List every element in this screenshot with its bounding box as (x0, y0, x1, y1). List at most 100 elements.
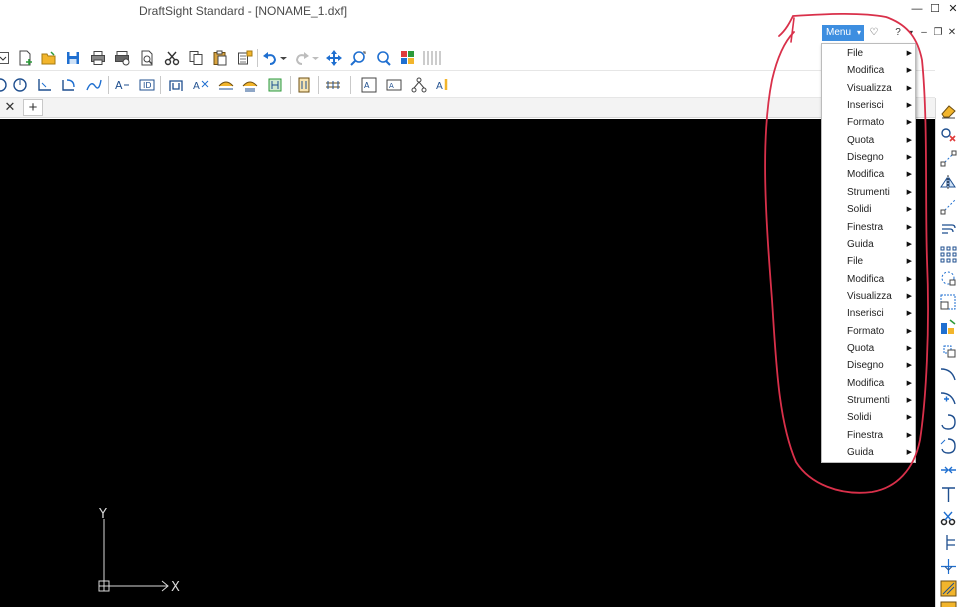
undo-icon[interactable] (262, 50, 278, 66)
favorite-icon[interactable]: ♡ (868, 26, 880, 40)
extend-icon[interactable] (940, 390, 957, 407)
menu-item[interactable]: Visualizza ▶ (823, 288, 915, 305)
lengthen-icon[interactable] (940, 534, 957, 551)
menu-item[interactable]: Strumenti ▶ (823, 184, 915, 201)
drawing-canvas[interactable]: Y X (0, 119, 935, 607)
menu-item[interactable]: Inserisci ▶ (823, 97, 915, 114)
offset-icon[interactable] (940, 198, 957, 215)
zoom-icon[interactable] (350, 50, 366, 66)
menu-button[interactable]: Menu ▾ (822, 25, 864, 41)
match-properties-icon[interactable] (237, 50, 253, 66)
scissors-icon[interactable] (940, 510, 957, 527)
doc-restore-button[interactable]: ❐ (932, 26, 944, 40)
polyline-icon[interactable] (37, 77, 53, 93)
new-file-icon[interactable] (17, 50, 33, 66)
text-style-icon[interactable]: A (435, 77, 451, 93)
menu-item[interactable]: Guida ▶ (823, 444, 915, 461)
menu-item[interactable]: File ▶ (823, 253, 915, 270)
centermark-icon[interactable] (325, 77, 341, 93)
rotate-entity-icon[interactable] (940, 342, 957, 359)
properties-icon[interactable] (400, 50, 416, 66)
join-icon[interactable] (940, 462, 957, 479)
break-icon[interactable] (940, 486, 957, 503)
fillet-icon[interactable] (940, 414, 957, 431)
plot-icon[interactable] (114, 50, 130, 66)
menu-item[interactable]: Finestra ▶ (823, 427, 915, 444)
scale-icon[interactable] (940, 294, 957, 311)
stretch-icon[interactable] (940, 318, 957, 335)
menu-item[interactable]: Formato ▶ (823, 323, 915, 340)
spline-icon[interactable] (86, 77, 102, 93)
help-icon[interactable]: ? (892, 26, 904, 40)
menu-item[interactable]: Disegno ▶ (823, 149, 915, 166)
edit-text-icon[interactable] (940, 601, 957, 607)
menu-item[interactable]: Guida ▶ (823, 236, 915, 253)
dimension-linear-icon[interactable] (168, 77, 184, 93)
menu-item[interactable]: Inserisci ▶ (823, 305, 915, 322)
submenu-arrow-icon: ▶ (906, 379, 912, 387)
array-icon[interactable] (940, 246, 957, 263)
menu-item[interactable]: Quota ▶ (823, 340, 915, 357)
modify-toolbar (935, 98, 960, 607)
submenu-arrow-icon: ▶ (906, 292, 912, 300)
attribute-icon[interactable]: A (386, 77, 402, 93)
table-text-icon[interactable]: A (361, 77, 377, 93)
menu-item[interactable]: Modifica ▶ (823, 62, 915, 79)
menu-item[interactable]: Disegno ▶ (823, 357, 915, 374)
redo-chevron-icon[interactable] (311, 50, 320, 66)
pan-icon[interactable] (326, 50, 342, 66)
edit-hatch-icon[interactable] (940, 580, 957, 597)
print-preview-icon[interactable] (139, 50, 155, 66)
arc-icon[interactable] (0, 77, 8, 93)
help-chevron-icon[interactable]: ▾ (905, 26, 917, 40)
explode-icon[interactable] (940, 558, 957, 575)
undo-chevron-icon[interactable] (279, 50, 288, 66)
menu-item[interactable]: Strumenti ▶ (823, 392, 915, 409)
copy-icon[interactable] (188, 50, 204, 66)
minimize-button[interactable]: — (910, 2, 924, 16)
block-icon[interactable] (411, 77, 427, 93)
tolerance-icon[interactable] (296, 77, 312, 93)
menu-item[interactable]: Modifica ▶ (823, 166, 915, 183)
dimension-ordinate-icon[interactable] (267, 77, 283, 93)
zoom-previous-icon[interactable] (375, 50, 391, 66)
add-tab-button[interactable]: + (23, 99, 43, 116)
doc-minimize-button[interactable]: – (918, 26, 930, 40)
dimension-aligned-icon[interactable]: A (193, 77, 209, 93)
erase-icon[interactable] (940, 103, 957, 120)
print-icon[interactable] (90, 50, 106, 66)
menu-item[interactable]: Modifica ▶ (823, 271, 915, 288)
move-icon[interactable] (940, 270, 957, 287)
menu-item-label: Guida (847, 447, 874, 459)
menu-item[interactable]: Finestra ▶ (823, 219, 915, 236)
trim-icon[interactable] (940, 366, 957, 383)
mirror-icon[interactable] (940, 174, 957, 191)
menu-item[interactable]: Formato ▶ (823, 114, 915, 131)
mtext-icon[interactable]: ID (139, 77, 155, 93)
menu-item[interactable]: File ▶ (823, 45, 915, 62)
rotate-icon[interactable] (61, 77, 77, 93)
dimension-angular-icon[interactable] (218, 77, 234, 93)
cut-icon[interactable] (164, 50, 180, 66)
text-icon[interactable]: A (114, 77, 130, 93)
open-folder-icon[interactable] (41, 50, 57, 66)
layer-dropdown-icon[interactable] (0, 50, 10, 66)
circle-icon[interactable] (12, 77, 28, 93)
close-button[interactable]: ✕ (946, 2, 960, 16)
menu-item[interactable]: Solidi ▶ (823, 201, 915, 218)
doc-close-button[interactable]: ✕ (946, 26, 958, 40)
save-icon[interactable] (65, 50, 81, 66)
delete-entity-icon[interactable] (940, 126, 957, 143)
paste-icon[interactable] (212, 50, 228, 66)
copy-entity-icon[interactable] (940, 150, 957, 167)
menu-item[interactable]: Modifica ▶ (823, 375, 915, 392)
pattern-icon[interactable] (940, 222, 957, 239)
chamfer-icon[interactable] (940, 438, 957, 455)
dimension-radius-icon[interactable] (242, 77, 258, 93)
redo-icon[interactable] (294, 50, 310, 66)
close-tab-button[interactable]: ✕ (3, 100, 17, 114)
maximize-button[interactable]: ☐ (928, 2, 942, 16)
menu-item[interactable]: Solidi ▶ (823, 409, 915, 426)
menu-item[interactable]: Quota ▶ (823, 132, 915, 149)
menu-item[interactable]: Visualizza ▶ (823, 80, 915, 97)
